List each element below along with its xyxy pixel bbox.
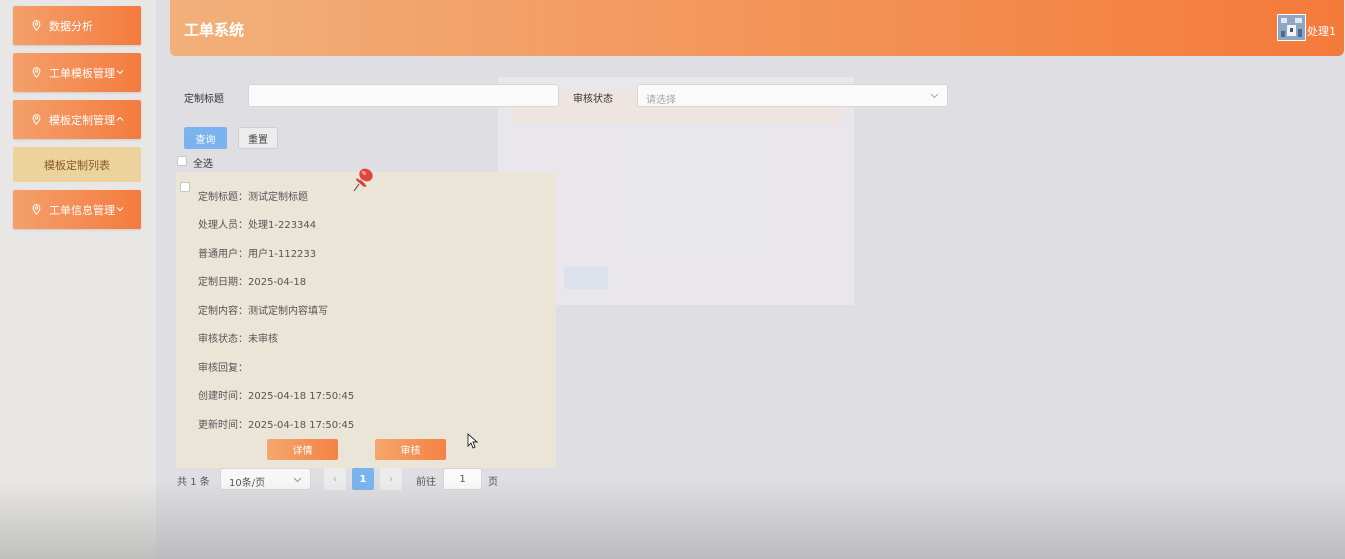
sidebar-item-ticket-template[interactable]: 工单模板管理 (13, 53, 141, 92)
chevron-down-icon (116, 207, 124, 212)
page-size-select[interactable]: 10条/页 (220, 468, 311, 490)
user-name[interactable]: 处理1 (1307, 23, 1336, 39)
sidebar-item-label: 工单信息管理 (49, 203, 115, 217)
goto-page-input[interactable]: 1 (443, 468, 482, 490)
main-content: 工单系统 处理1 定制标题 审核状态 请选择 查询 重置 全选 定制标题：测试定… (156, 0, 1345, 559)
location-pin-icon (32, 67, 41, 78)
pagination-total: 共 1 条 (177, 477, 210, 488)
select-all-label: 全选 (193, 159, 213, 170)
app-title: 工单系统 (184, 21, 245, 39)
goto-suffix: 页 (488, 477, 498, 488)
prev-page-button[interactable]: ‹ (324, 468, 346, 490)
sidebar-item-ticket-info[interactable]: 工单信息管理 (13, 190, 141, 229)
card-field-user: 普通用户：用户1-112233 (198, 249, 317, 260)
sidebar-subitem-label: 模板定制列表 (44, 158, 110, 172)
card-field-updated-time: 更新时间：2025-04-18 17:50:45 (198, 420, 355, 431)
sidebar-item-label: 工单模板管理 (49, 66, 115, 80)
goto-label: 前往 (416, 477, 436, 488)
page-size-value: 10条/页 (229, 478, 266, 489)
select-all-checkbox[interactable] (177, 156, 187, 166)
chevron-down-icon (930, 93, 939, 99)
reset-button[interactable]: 重置 (238, 127, 278, 149)
sidebar: 数据分析 工单模板管理 模板定制管理 模板定制列表 工单信息管理 (0, 0, 156, 559)
mouse-cursor-icon (467, 433, 478, 449)
card-field-review-status: 审核状态：未审核 (198, 334, 278, 345)
status-filter-placeholder: 请选择 (646, 95, 676, 106)
sidebar-item-template-custom[interactable]: 模板定制管理 (13, 100, 141, 139)
sidebar-item-data-analysis[interactable]: 数据分析 (13, 6, 141, 45)
card-field-handler: 处理人员：处理1-223344 (198, 220, 317, 231)
status-filter-label: 审核状态 (573, 94, 613, 105)
pushpin-icon (353, 168, 373, 192)
query-button[interactable]: 查询 (184, 127, 227, 149)
status-filter-select[interactable]: 请选择 (637, 84, 948, 107)
title-filter-input[interactable] (248, 84, 559, 107)
chevron-down-icon (293, 477, 302, 483)
header-bar: 工单系统 处理1 (170, 0, 1344, 56)
sidebar-subitem-template-custom-list[interactable]: 模板定制列表 (13, 147, 141, 182)
template-custom-card: 定制标题：测试定制标题 处理人员：处理1-223344 普通用户：用户1-112… (176, 172, 556, 468)
review-button[interactable]: 审核 (375, 439, 446, 460)
detail-button[interactable]: 详情 (267, 439, 338, 460)
card-field-created-time: 创建时间：2025-04-18 17:50:45 (198, 391, 355, 402)
sidebar-item-label: 数据分析 (49, 19, 93, 33)
avatar-image-icon (1278, 15, 1305, 40)
card-field-title: 定制标题：测试定制标题 (198, 192, 308, 203)
chevron-up-icon (116, 116, 124, 121)
location-pin-icon (32, 204, 41, 215)
card-field-date: 定制日期：2025-04-18 (198, 277, 307, 288)
avatar[interactable] (1277, 14, 1306, 41)
location-pin-icon (32, 114, 41, 125)
next-page-button[interactable]: › (380, 468, 402, 490)
card-field-review-reply: 审核回复： (198, 363, 248, 374)
chevron-down-icon (116, 70, 124, 75)
sidebar-item-label: 模板定制管理 (49, 113, 115, 127)
location-pin-icon (32, 20, 41, 31)
page-number-current[interactable]: 1 (352, 468, 374, 490)
card-checkbox[interactable] (180, 182, 190, 192)
title-filter-label: 定制标题 (184, 94, 224, 105)
card-field-content: 定制内容：测试定制内容填写 (198, 306, 328, 317)
